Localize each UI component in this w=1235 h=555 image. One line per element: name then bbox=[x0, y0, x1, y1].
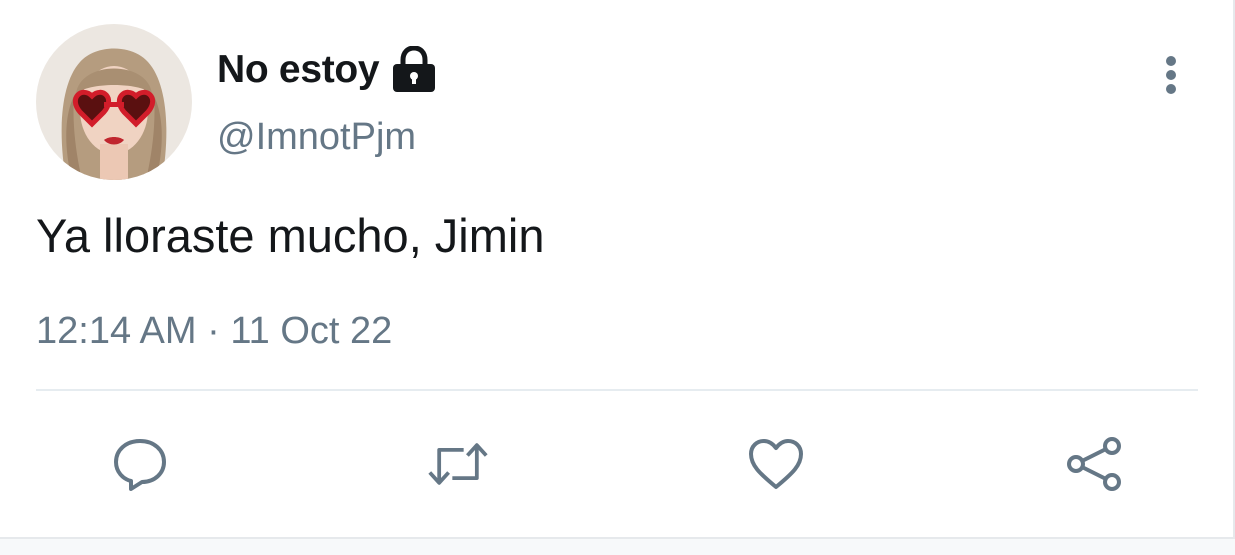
display-name[interactable]: No estoy bbox=[217, 48, 380, 92]
reply-icon bbox=[114, 439, 166, 491]
avatar[interactable] bbox=[36, 24, 192, 180]
reply-button[interactable] bbox=[108, 432, 172, 496]
timestamp-separator: · bbox=[207, 310, 220, 352]
share-button[interactable] bbox=[1062, 432, 1126, 496]
user-handle[interactable]: @ImnotPjm bbox=[217, 116, 416, 159]
retweet-button[interactable] bbox=[426, 432, 490, 496]
tweet-card: No estoy @ImnotPjm Ya lloraste mucho, Ji… bbox=[0, 0, 1235, 555]
tweet-time[interactable]: 12:14 AM bbox=[36, 310, 197, 352]
heart-icon bbox=[749, 439, 803, 489]
tweet-text: Ya lloraste mucho, Jimin bbox=[36, 209, 545, 262]
divider bbox=[36, 389, 1198, 391]
like-button[interactable] bbox=[744, 432, 808, 496]
bottom-border bbox=[0, 537, 1235, 555]
retweet-icon bbox=[428, 443, 488, 485]
share-icon bbox=[1067, 437, 1121, 491]
tweet-timestamp: 12:14 AM · 11 Oct 22 bbox=[36, 310, 392, 353]
more-vertical-icon[interactable] bbox=[1152, 50, 1190, 100]
tweet-date[interactable]: 11 Oct 22 bbox=[230, 310, 392, 352]
lock-icon bbox=[391, 45, 437, 94]
display-name-row: No estoy bbox=[217, 44, 437, 96]
avatar-image bbox=[36, 24, 192, 180]
